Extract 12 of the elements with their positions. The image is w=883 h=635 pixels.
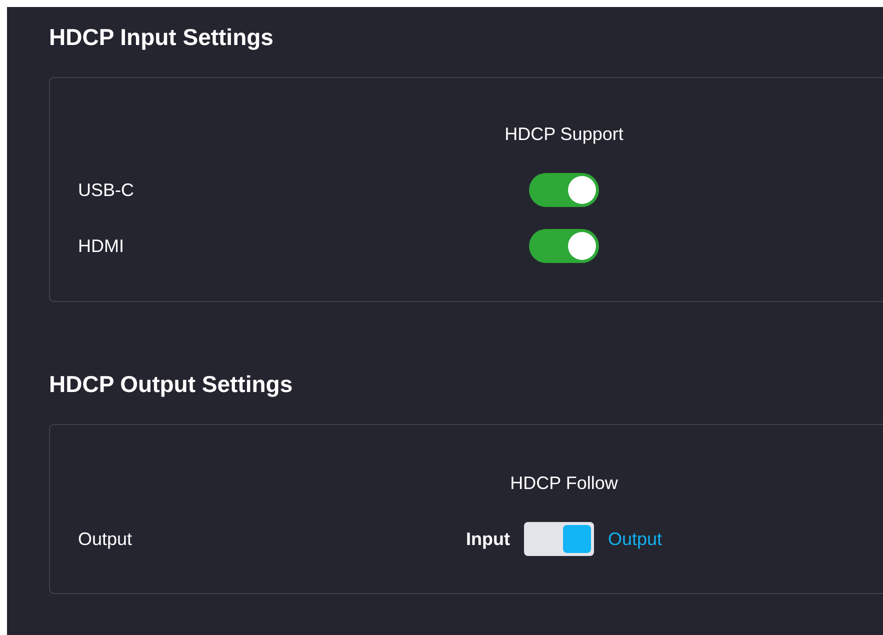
toggle-switch[interactable] (529, 229, 599, 263)
section-title: HDCP Input Settings (49, 24, 274, 50)
row-label: Output (78, 528, 132, 548)
row-label: USB-C (78, 180, 134, 200)
column-header: HDCP Support (504, 124, 624, 144)
column-header: HDCP Follow (510, 472, 618, 494)
section-title: HDCP Output Settings (49, 371, 293, 397)
option-label: Output (608, 528, 662, 550)
option-label: Input (466, 528, 510, 550)
toggle-switch[interactable] (529, 173, 599, 207)
row-label: HDMI (78, 236, 124, 256)
toggle-switch[interactable] (524, 522, 594, 556)
